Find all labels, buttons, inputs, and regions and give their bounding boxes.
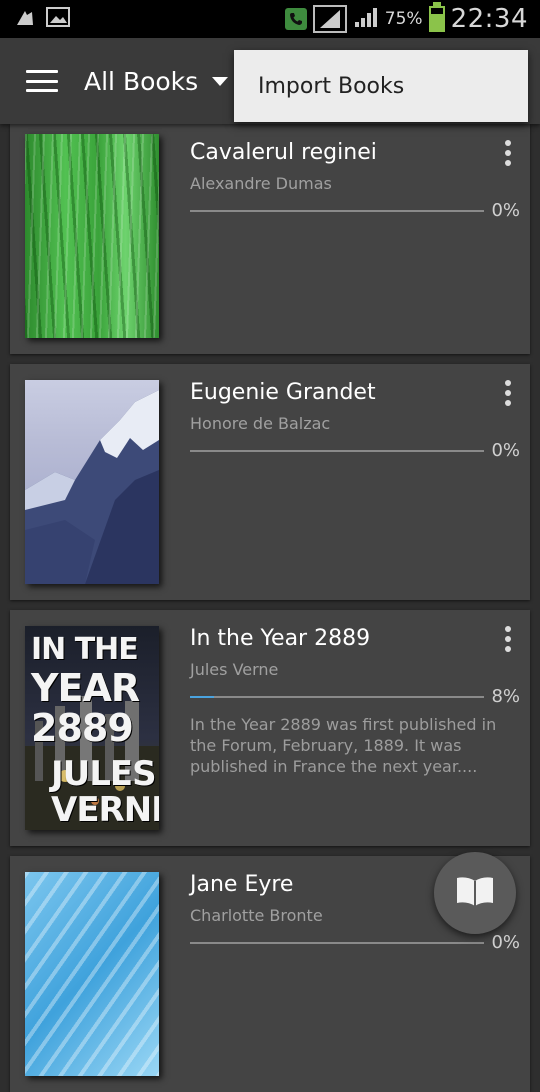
open-book-icon	[455, 875, 495, 911]
progress-bar	[190, 450, 484, 452]
book-card[interactable]: Cavalerul reginei Alexandre Dumas 0%	[10, 124, 530, 354]
sim-signal-icon	[312, 5, 347, 33]
book-cover-blue-streaks[interactable]	[25, 872, 159, 1076]
progress-bar	[190, 942, 484, 944]
library-filter-dropdown[interactable]: All Books	[84, 66, 229, 96]
book-author: Charlotte Bronte	[190, 906, 323, 925]
overflow-popup-menu: Import Books	[234, 50, 528, 122]
book-author: Jules Verne	[190, 660, 279, 679]
hamburger-menu-icon[interactable]	[26, 70, 58, 92]
book-title: Cavalerul reginei	[190, 140, 377, 165]
progress-percent: 0%	[491, 440, 520, 461]
dropdown-caret-icon	[212, 76, 229, 86]
more-options-icon[interactable]	[504, 140, 512, 166]
progress-bar	[190, 696, 484, 698]
book-cover-city-night[interactable]: IN THE YEAR 2889 JULES VERNE	[25, 626, 159, 830]
book-author: Alexandre Dumas	[190, 174, 332, 193]
progress-fill	[190, 696, 214, 698]
book-card[interactable]: Eugenie Grandet Honore de Balzac 0%	[10, 364, 530, 600]
book-title: Eugenie Grandet	[190, 380, 376, 405]
status-bar: 75% 22:34	[0, 0, 540, 38]
menu-item-import-books[interactable]: Import Books	[234, 74, 404, 99]
cover-text: VERNE	[51, 790, 159, 830]
book-author: Honore de Balzac	[190, 414, 331, 433]
call-icon	[284, 8, 307, 30]
usb-debug-icon	[14, 6, 36, 32]
battery-percent: 75%	[384, 9, 423, 29]
book-title: In the Year 2889	[190, 626, 371, 651]
open-reader-button[interactable]	[434, 852, 516, 934]
image-icon	[46, 6, 70, 32]
book-description: In the Year 2889 was first published in …	[190, 715, 497, 776]
progress-bar	[190, 210, 484, 212]
book-title: Jane Eyre	[190, 872, 294, 897]
cover-text: YEAR	[31, 666, 140, 710]
clock: 22:34	[450, 4, 528, 34]
progress-percent: 0%	[491, 932, 520, 953]
cover-text: IN THE	[31, 632, 139, 667]
more-options-icon[interactable]	[504, 380, 512, 406]
cover-text: 2889	[31, 706, 134, 750]
battery-icon	[428, 2, 445, 32]
signal-icon	[353, 6, 379, 32]
progress-percent: 8%	[491, 686, 520, 707]
cover-text: JULES	[51, 754, 157, 794]
book-card[interactable]: IN THE YEAR 2889 JULES VERNE In the Year…	[10, 610, 530, 846]
progress-percent: 0%	[491, 200, 520, 221]
toolbar-title: All Books	[84, 66, 199, 96]
book-cover-mountain[interactable]	[25, 380, 159, 584]
more-options-icon[interactable]	[504, 626, 512, 652]
book-cover-green-texture[interactable]	[25, 134, 159, 338]
